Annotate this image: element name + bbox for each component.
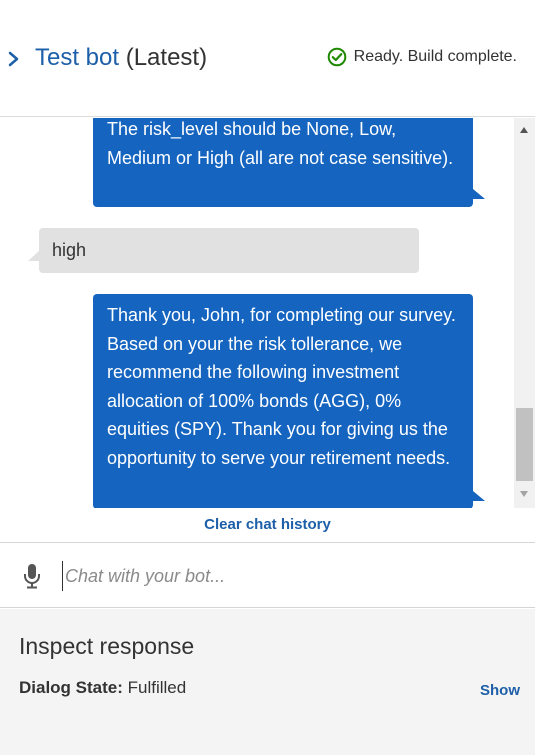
microphone-icon[interactable] (22, 563, 42, 589)
dialog-state-label: Dialog State: (19, 678, 123, 697)
chat-history: The risk_level should be None, Low, Medi… (0, 118, 514, 508)
chat-input-bar (0, 542, 535, 608)
scroll-down-arrow-icon[interactable] (520, 491, 528, 497)
show-link[interactable]: Show (480, 682, 520, 699)
user-message: high (28, 228, 419, 273)
panel-title: Test bot (Latest) (35, 44, 207, 72)
bot-message-text: The risk_level should be None, Low, Medi… (107, 119, 454, 168)
build-status: Ready. Build complete. (327, 47, 517, 67)
bubble-tail (28, 251, 39, 261)
bot-name: Test bot (35, 44, 120, 71)
bot-message: The risk_level should be None, Low, Medi… (93, 118, 485, 207)
chat-input[interactable] (62, 561, 502, 591)
chevron-right-icon[interactable] (6, 48, 22, 70)
test-bot-header: Test bot (Latest) Ready. Build complete. (0, 0, 535, 117)
bubble-tail (473, 491, 485, 501)
bubble-tail (473, 189, 485, 199)
dialog-state: Dialog State: Fulfilled (19, 678, 186, 698)
bot-message-text: Thank you, John, for completing our surv… (107, 305, 456, 468)
bot-message: Thank you, John, for completing our surv… (93, 294, 485, 508)
user-message-text: high (52, 240, 87, 260)
chat-scrollbar[interactable] (514, 118, 535, 508)
inspect-response-title: Inspect response (19, 633, 195, 659)
dialog-state-value: Fulfilled (127, 678, 187, 697)
scroll-up-arrow-icon[interactable] (520, 127, 528, 133)
bot-version: (Latest) (125, 44, 208, 71)
status-text: Ready. Build complete. (353, 48, 517, 65)
clear-chat-history-link[interactable]: Clear chat history (0, 516, 535, 533)
inspect-response-panel: Inspect response Dialog State: Fulfilled… (0, 609, 535, 755)
check-circle-icon (327, 47, 346, 67)
scroll-thumb[interactable] (516, 408, 533, 481)
